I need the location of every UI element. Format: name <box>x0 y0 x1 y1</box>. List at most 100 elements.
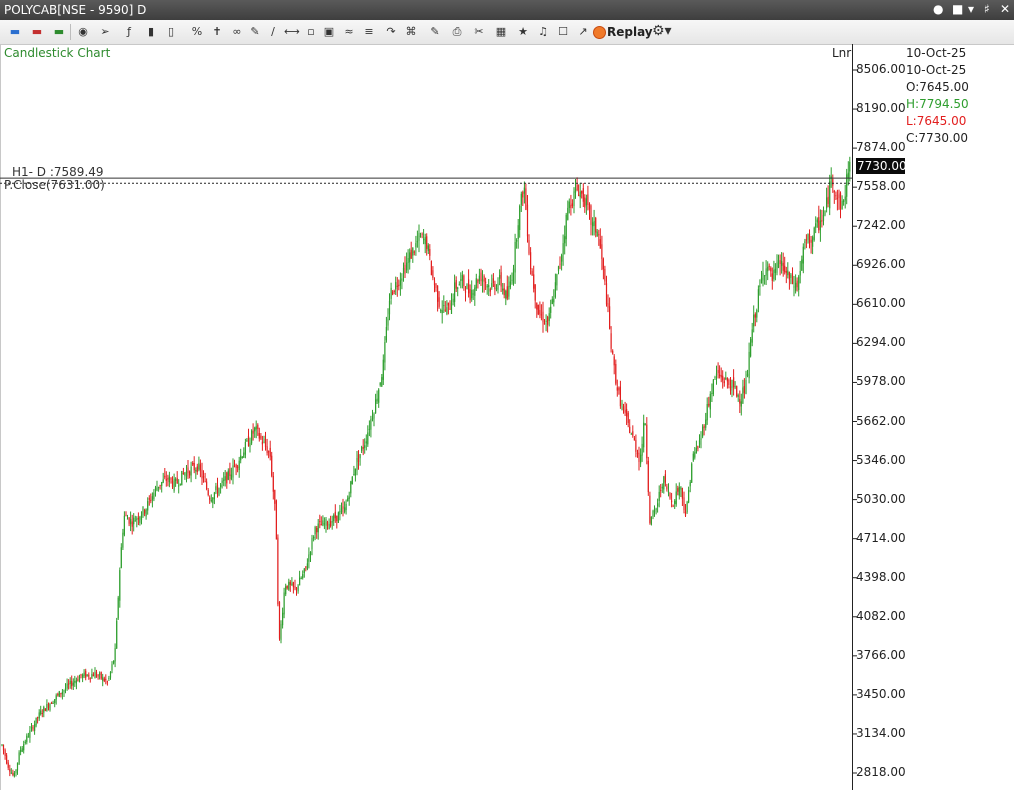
candle-body <box>829 181 831 209</box>
candle-body <box>243 452 245 458</box>
star-icon[interactable]: ★ <box>516 25 530 39</box>
candle-body <box>184 472 186 476</box>
replay-button[interactable]: Replay <box>607 25 653 39</box>
daily-icon[interactable]: ▬ <box>30 25 44 39</box>
candle-body <box>767 266 769 272</box>
candle-body <box>525 188 527 210</box>
candle-body <box>210 500 212 502</box>
candle-body <box>548 313 550 321</box>
volume-icon[interactable]: ▫ <box>304 25 318 39</box>
dropdown-icon[interactable]: ▾ <box>968 2 974 16</box>
candle-body <box>812 237 814 247</box>
candle-body <box>706 404 708 421</box>
pin-icon[interactable]: ♯ <box>984 2 990 16</box>
candle-body <box>51 702 53 704</box>
note-icon[interactable]: ☐ <box>556 25 570 39</box>
candle-icon[interactable]: ▯ <box>164 25 178 39</box>
candle-body <box>137 517 139 520</box>
candle-body <box>562 243 564 255</box>
print-icon[interactable]: ⎙ <box>450 25 464 39</box>
candle-body <box>708 403 710 406</box>
candle-body <box>159 485 161 486</box>
candle-body <box>201 469 203 479</box>
candle-body <box>336 515 338 521</box>
candle-body <box>636 452 639 455</box>
candle-body <box>677 488 679 492</box>
settings-icon[interactable]: ⚙▾ <box>652 23 672 39</box>
candle-body <box>297 585 299 592</box>
candle-body <box>488 285 490 288</box>
zoom-icon[interactable]: ✎ <box>428 25 442 39</box>
layout-icon[interactable]: ▦ <box>494 25 508 39</box>
close-icon[interactable]: ✕ <box>1000 2 1010 16</box>
candle-body <box>156 487 158 491</box>
indicator-icon[interactable]: ƒ <box>122 25 136 39</box>
candle-body <box>328 523 330 530</box>
candle-body <box>807 234 809 240</box>
candle-body <box>342 506 344 509</box>
candle-body <box>275 500 277 540</box>
candle-body <box>764 275 766 277</box>
candle-body <box>839 193 842 210</box>
candle-body <box>464 290 467 293</box>
percent-icon[interactable]: % <box>190 25 204 39</box>
candle-body <box>757 289 759 309</box>
candle-body <box>320 524 322 526</box>
candle-body <box>805 239 807 241</box>
candle-body <box>737 395 739 397</box>
candle-body <box>106 681 108 683</box>
price-axis-label: 4714.00 <box>856 530 906 545</box>
line-icon[interactable]: ∕ <box>266 25 280 39</box>
candle-body <box>61 692 63 695</box>
candle-body <box>117 597 119 619</box>
candle-body <box>20 750 22 752</box>
candle-body <box>283 592 285 615</box>
candle-body <box>204 481 206 483</box>
candle-body <box>731 380 733 388</box>
template-icon[interactable]: ◉ <box>76 25 90 39</box>
bar-chart-icon[interactable]: ▮ <box>144 25 158 39</box>
candle-body <box>722 375 724 381</box>
candle-body <box>224 476 226 481</box>
user-icon[interactable]: ● <box>933 2 943 16</box>
crosshair-icon[interactable]: ✝ <box>210 25 224 39</box>
candle-body <box>57 694 59 696</box>
candle-body <box>244 442 246 455</box>
candle-body <box>226 472 228 484</box>
cube-icon[interactable]: ▣ <box>322 25 336 39</box>
chart-toolbar: ▬ ▬ ▬ ◉ ➢ ƒ ▮ ▯ % ✝ ∞ ✎ ∕ ⟷ ▫ ▣ ≈ ≡ ↷ ⌘ … <box>0 20 1014 45</box>
fib-icon[interactable]: ≈ <box>342 25 356 39</box>
candle-body <box>260 435 262 439</box>
hline-icon[interactable]: ⟷ <box>284 25 300 39</box>
candle-body <box>483 276 485 282</box>
candle-body <box>382 359 384 380</box>
candle-body <box>212 497 214 504</box>
eraser-icon[interactable]: ⌘ <box>404 25 418 39</box>
candle-body <box>95 672 98 677</box>
candle-body <box>364 445 366 448</box>
link-icon[interactable]: ∞ <box>230 25 244 39</box>
scissors-icon[interactable]: ✂ <box>472 25 486 39</box>
candle-body <box>653 509 656 513</box>
candle-body <box>568 201 570 208</box>
replay-icon[interactable] <box>593 26 606 39</box>
equal-icon[interactable]: ≡ <box>362 25 376 39</box>
candle-body <box>41 713 43 714</box>
weekly-icon[interactable]: ▬ <box>52 25 66 39</box>
candle-body <box>421 233 423 235</box>
pencil-icon[interactable]: ✎ <box>248 25 262 39</box>
bell-icon[interactable]: ♫ <box>536 25 550 39</box>
trend-icon[interactable]: ↗ <box>576 25 590 39</box>
h1-label: H1- D :7589.49 <box>12 165 104 179</box>
draw-icon[interactable]: ↷ <box>384 25 398 39</box>
price-axis-label: 8506.00 <box>856 62 906 76</box>
candle-body <box>827 196 829 204</box>
cursor-icon[interactable]: ➢ <box>98 25 112 39</box>
candle-body <box>759 285 761 287</box>
candle-body <box>116 620 118 649</box>
candle-body <box>802 246 804 264</box>
candle-body <box>461 274 463 281</box>
candle-body <box>733 377 735 388</box>
monitor-icon[interactable]: ■ <box>952 2 963 16</box>
intraday-icon[interactable]: ▬ <box>8 25 22 39</box>
